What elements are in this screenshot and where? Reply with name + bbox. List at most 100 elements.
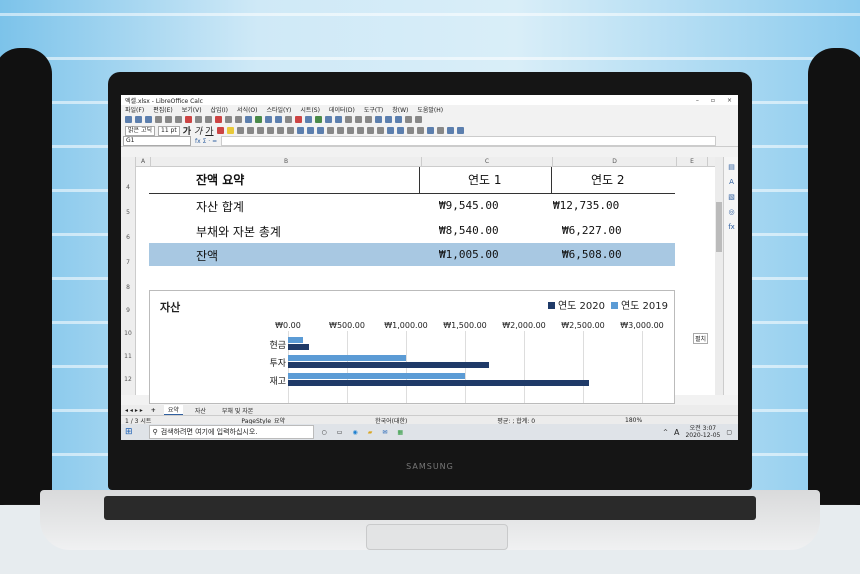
- redo-icon[interactable]: [235, 116, 242, 123]
- save-icon[interactable]: [145, 116, 152, 123]
- table-title[interactable]: 잔액 요약: [196, 171, 244, 188]
- maximize-button[interactable]: ▫: [711, 97, 715, 104]
- value-cell[interactable]: ₩8,540.00: [439, 224, 499, 237]
- column-header-e[interactable]: E: [677, 157, 708, 166]
- copy-icon[interactable]: [195, 116, 202, 123]
- column-header-c[interactable]: C: [422, 157, 553, 166]
- cut-icon[interactable]: [185, 116, 192, 123]
- clock[interactable]: 오전 3:07 2020-12-05: [685, 425, 720, 439]
- value-cell[interactable]: ₩1,005.00: [439, 248, 499, 261]
- row-header[interactable]: 11: [121, 353, 135, 360]
- gallery-icon[interactable]: ▧: [727, 193, 736, 202]
- wrap-text-icon[interactable]: [276, 127, 284, 134]
- menu-window[interactable]: 창(W): [392, 105, 408, 114]
- row-header[interactable]: 8: [121, 284, 135, 291]
- bar-현금-연도 2020[interactable]: [288, 344, 310, 350]
- align-center-icon[interactable]: [246, 127, 254, 134]
- navigator-icon[interactable]: ◎: [727, 208, 736, 217]
- add-sheet-button[interactable]: +: [151, 407, 156, 414]
- value-cell[interactable]: ₩12,735.00: [553, 199, 619, 212]
- align-top-icon[interactable]: [296, 127, 304, 134]
- clone-formatting-icon[interactable]: [215, 116, 222, 123]
- bar-투자-연도 2020[interactable]: [288, 362, 489, 368]
- expand-sidebar-button[interactable]: 펼치: [693, 333, 709, 344]
- column-header-d[interactable]: D: [553, 157, 677, 166]
- properties-icon[interactable]: ▤: [727, 163, 736, 172]
- column-label-year2[interactable]: 연도 2: [591, 171, 625, 188]
- row-label[interactable]: 잔액: [196, 247, 218, 264]
- row-header[interactable]: 5: [121, 209, 135, 216]
- column-icon[interactable]: [275, 116, 282, 123]
- function-wizard[interactable]: fx Σ · =: [195, 138, 217, 145]
- menu-view[interactable]: 보기(V): [182, 105, 202, 114]
- date-format-icon[interactable]: [356, 127, 364, 134]
- print-preview-icon[interactable]: [175, 116, 182, 123]
- print-icon[interactable]: [165, 116, 172, 123]
- value-cell[interactable]: ₩9,545.00: [439, 199, 499, 212]
- formula-input[interactable]: [221, 136, 716, 146]
- row-icon[interactable]: [265, 116, 272, 123]
- minimize-button[interactable]: –: [696, 97, 699, 104]
- menu-insert[interactable]: 삽입(I): [211, 105, 229, 114]
- currency-format-icon[interactable]: [326, 127, 334, 134]
- number-format-icon[interactable]: [346, 127, 354, 134]
- menu-sheet[interactable]: 시트(S): [300, 105, 320, 114]
- headers-footers-icon[interactable]: [375, 116, 382, 123]
- cortana-icon[interactable]: ○: [322, 429, 327, 436]
- notification-icon[interactable]: ▢: [726, 429, 732, 436]
- row-label[interactable]: 부채와 자본 총계: [196, 223, 281, 240]
- highlight-color-icon[interactable]: [226, 127, 234, 134]
- border-color-icon[interactable]: [426, 127, 434, 134]
- special-character-icon[interactable]: [345, 116, 352, 123]
- align-left-icon[interactable]: [236, 127, 244, 134]
- row-header[interactable]: 12: [121, 376, 135, 383]
- autofilter-icon[interactable]: [305, 116, 312, 123]
- new-icon[interactable]: [125, 116, 132, 123]
- background-color-icon[interactable]: [436, 127, 444, 134]
- bar-재고-연도 2020[interactable]: [288, 380, 589, 386]
- column-header-b[interactable]: B: [151, 157, 422, 166]
- merge-cells-icon[interactable]: [286, 127, 294, 134]
- chevron-up-icon[interactable]: ^: [663, 429, 668, 436]
- paste-icon[interactable]: [205, 116, 212, 123]
- row-header[interactable]: 6: [121, 234, 135, 241]
- sheet-tab-assets[interactable]: 자산: [191, 406, 210, 415]
- font-name-box[interactable]: 맑은 고딕: [125, 125, 155, 136]
- zoom-level[interactable]: 180%: [625, 417, 642, 424]
- center-vertically-icon[interactable]: [306, 127, 314, 134]
- sheet-tab-summary[interactable]: 요약: [163, 404, 183, 416]
- undo-icon[interactable]: [225, 116, 232, 123]
- font-color-icon[interactable]: [216, 127, 224, 134]
- menu-format[interactable]: 서식(O): [237, 105, 257, 114]
- insert-image-icon[interactable]: [315, 116, 322, 123]
- comment-icon[interactable]: [365, 116, 372, 123]
- percent-format-icon[interactable]: [336, 127, 344, 134]
- align-right-icon[interactable]: [256, 127, 264, 134]
- taskbar-search[interactable]: ⚲ 검색하려면 여기에 입력하십시오.: [148, 425, 314, 439]
- justify-icon[interactable]: [266, 127, 274, 134]
- tab-nav-arrows[interactable]: ◂ ◂ ▸ ▸: [125, 407, 143, 414]
- conditional-format-icon[interactable]: [446, 127, 454, 134]
- hyperlink-icon[interactable]: [355, 116, 362, 123]
- italic-button[interactable]: 가: [194, 124, 202, 137]
- row-label[interactable]: 자산 합계: [196, 198, 244, 215]
- windows-start-icon[interactable]: ⊞: [125, 427, 133, 437]
- row-header[interactable]: 10: [121, 330, 135, 337]
- name-box[interactable]: G1: [123, 136, 191, 146]
- menu-help[interactable]: 도움말(H): [417, 105, 443, 114]
- scroll-thumb[interactable]: [716, 202, 722, 252]
- menu-file[interactable]: 파일(F): [125, 105, 144, 114]
- find-replace-icon[interactable]: [245, 116, 252, 123]
- assets-chart[interactable]: 자산 연도 2020 연도 2019 ₩0.00 ₩500.00 ₩1,000.00…: [149, 290, 675, 404]
- increase-indent-icon[interactable]: [386, 127, 394, 134]
- bar-현금-연도 2019[interactable]: [288, 337, 304, 343]
- menu-tools[interactable]: 도구(T): [364, 105, 383, 114]
- menu-styles[interactable]: 스타일(Y): [266, 105, 291, 114]
- row-header[interactable]: 4: [121, 184, 135, 191]
- open-icon[interactable]: [135, 116, 142, 123]
- styles-icon[interactable]: A: [727, 178, 736, 187]
- menu-edit[interactable]: 편집(E): [153, 105, 173, 114]
- define-print-area-icon[interactable]: [385, 116, 392, 123]
- freeze-rows-columns-icon[interactable]: [395, 116, 402, 123]
- file-explorer-icon[interactable]: ▰: [368, 429, 373, 436]
